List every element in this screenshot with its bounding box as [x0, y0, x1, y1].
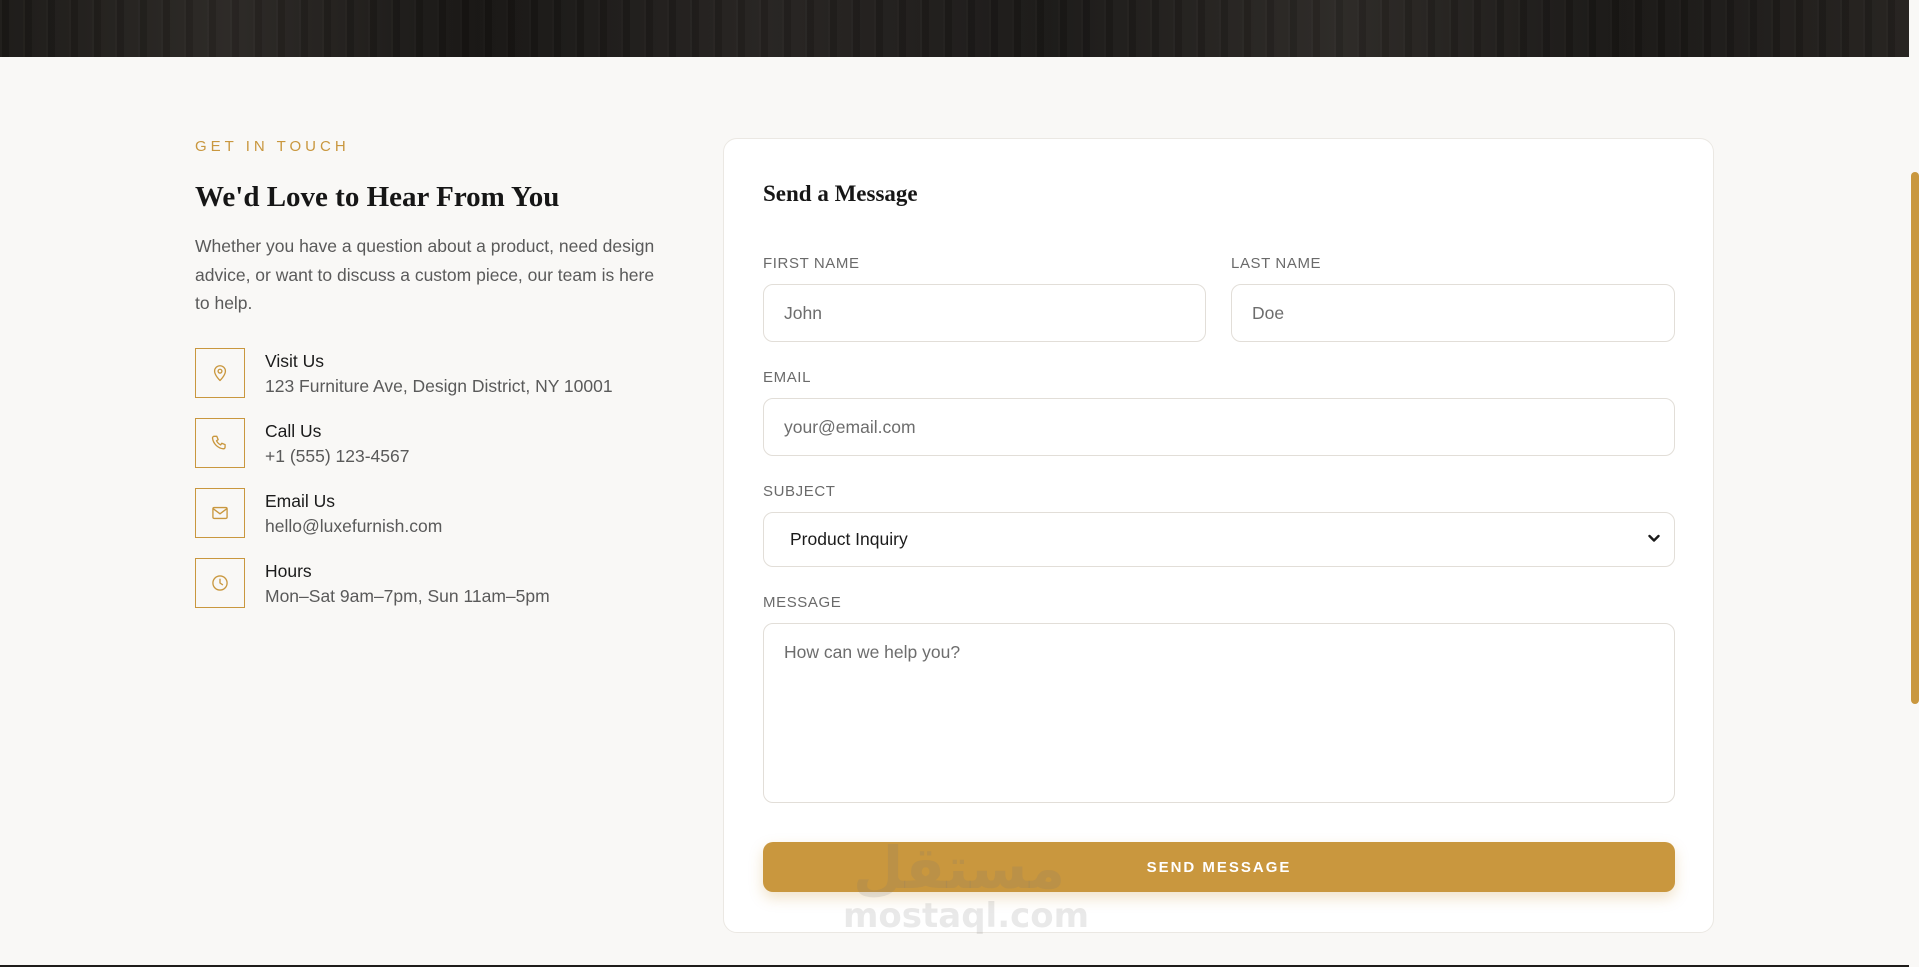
email-label: EMAIL [763, 369, 812, 386]
contact-value: 123 Furniture Ave, Design District, NY 1… [265, 375, 613, 396]
page-scrollbar[interactable] [1909, 0, 1919, 967]
contact-label: Call Us [265, 420, 322, 441]
contact-item-hours: Hours Mon–Sat 9am–7pm, Sun 11am–5pm [195, 557, 665, 628]
message-textarea[interactable] [763, 623, 1675, 803]
contact-value: Mon–Sat 9am–7pm, Sun 11am–5pm [265, 585, 550, 606]
section-description: Whether you have a question about a prod… [195, 236, 655, 313]
email-input[interactable] [763, 398, 1675, 456]
clock-icon [195, 557, 245, 608]
subject-select[interactable]: Product Inquiry [763, 512, 1675, 567]
send-message-button[interactable]: SEND MESSAGE [763, 842, 1675, 892]
contact-list: Visit Us 123 Furniture Ave, Design Distr… [195, 347, 665, 628]
contact-value[interactable]: hello@luxefurnish.com [265, 514, 442, 538]
section-eyebrow: GET IN TOUCH [195, 138, 350, 155]
contact-label: Email Us [265, 490, 336, 511]
last-name-label: LAST NAME [1231, 255, 1322, 272]
contact-form-card: Send a Message FIRST NAME LAST NAME EMAI… [723, 138, 1714, 933]
last-name-input[interactable] [1231, 284, 1675, 342]
section-title: We'd Love to Hear From You [195, 181, 560, 213]
contact-item-call: Call Us +1 (555) 123-4567 [195, 417, 665, 488]
contact-item-email: Email Us hello@luxefurnish.com [195, 487, 665, 558]
scrollbar-thumb[interactable] [1911, 172, 1919, 704]
contact-item-visit: Visit Us 123 Furniture Ave, Design Distr… [195, 347, 665, 418]
mail-icon [195, 487, 245, 538]
form-title: Send a Message [763, 181, 918, 206]
contact-info-section: GET IN TOUCH We'd Love to Hear From You … [195, 138, 665, 628]
chevron-down-icon [1646, 530, 1662, 546]
contact-value[interactable]: +1 (555) 123-4567 [265, 444, 410, 468]
contact-label: Visit Us [265, 350, 324, 371]
contact-label: Hours [265, 560, 312, 581]
map-pin-icon [195, 347, 245, 398]
phone-icon [195, 417, 245, 468]
subject-label: SUBJECT [763, 483, 836, 500]
first-name-label: FIRST NAME [763, 255, 860, 272]
message-label: MESSAGE [763, 594, 842, 611]
hero-image-strip [0, 0, 1909, 57]
first-name-input[interactable] [763, 284, 1206, 342]
subject-selected-value: Product Inquiry [790, 529, 908, 549]
